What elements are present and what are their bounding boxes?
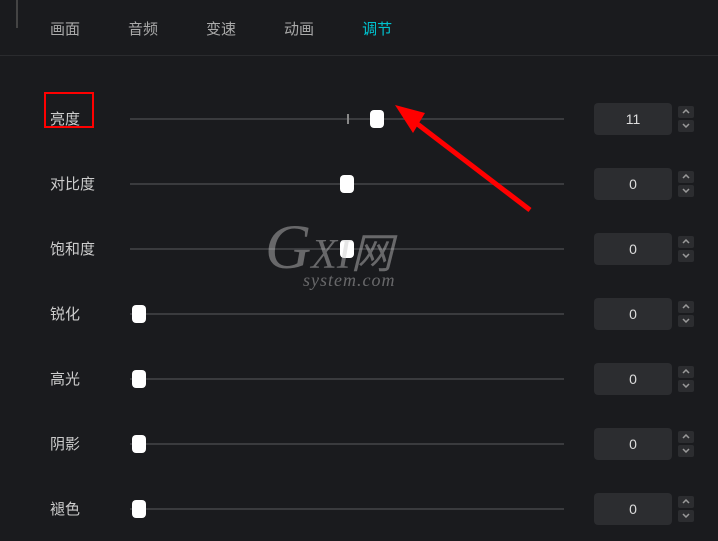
adjust-panel: 亮度 11 对比度 0 饱和度 0 锐化 0 高光 0 阴影 0 褪色 0: [0, 56, 718, 541]
value-stepper: [678, 363, 698, 395]
slider-row: 饱和度 0: [50, 216, 698, 281]
slider-track: [130, 313, 564, 315]
stepper-up-button[interactable]: [678, 236, 694, 248]
chevron-down-icon: [682, 253, 690, 258]
chevron-down-icon: [682, 513, 690, 518]
slider-row: 高光 0: [50, 346, 698, 411]
stepper-up-button[interactable]: [678, 171, 694, 183]
slider[interactable]: [130, 239, 564, 259]
tab-picture[interactable]: 画面: [50, 18, 80, 39]
slider-row: 对比度 0: [50, 151, 698, 216]
chevron-up-icon: [682, 109, 690, 114]
chevron-down-icon: [682, 123, 690, 128]
slider-thumb[interactable]: [370, 110, 384, 128]
stepper-up-button[interactable]: [678, 106, 694, 118]
stepper-down-button[interactable]: [678, 120, 694, 132]
slider-origin-tick: [347, 114, 349, 124]
tab-adjust[interactable]: 调节: [362, 18, 392, 39]
chevron-down-icon: [682, 318, 690, 323]
slider-track: [130, 508, 564, 510]
value-input[interactable]: 0: [594, 493, 672, 525]
value-stepper: [678, 103, 698, 135]
slider-label: 高光: [50, 368, 130, 389]
slider[interactable]: [130, 499, 564, 519]
slider-thumb[interactable]: [340, 240, 354, 258]
slider[interactable]: [130, 174, 564, 194]
tab-speed[interactable]: 变速: [206, 18, 236, 39]
value-input[interactable]: 0: [594, 298, 672, 330]
slider-label: 对比度: [50, 173, 130, 194]
chevron-up-icon: [682, 174, 690, 179]
slider-label: 亮度: [50, 108, 130, 129]
chevron-up-icon: [682, 369, 690, 374]
value-stepper: [678, 493, 698, 525]
value-stepper: [678, 298, 698, 330]
chevron-down-icon: [682, 188, 690, 193]
tab-bar: 画面 音频 变速 动画 调节: [0, 0, 718, 56]
tab-animation[interactable]: 动画: [284, 18, 314, 39]
tab-audio[interactable]: 音频: [128, 18, 158, 39]
value-input[interactable]: 0: [594, 428, 672, 460]
chevron-up-icon: [682, 304, 690, 309]
slider-track: [130, 118, 564, 120]
slider-row: 褪色 0: [50, 476, 698, 541]
slider-thumb[interactable]: [132, 435, 146, 453]
chevron-down-icon: [682, 448, 690, 453]
slider-label: 褪色: [50, 498, 130, 519]
slider-row: 阴影 0: [50, 411, 698, 476]
value-stepper: [678, 428, 698, 460]
slider-thumb[interactable]: [132, 305, 146, 323]
chevron-down-icon: [682, 383, 690, 388]
slider-thumb[interactable]: [132, 500, 146, 518]
stepper-down-button[interactable]: [678, 445, 694, 457]
value-input[interactable]: 0: [594, 363, 672, 395]
value-input[interactable]: 0: [594, 168, 672, 200]
left-scroll-indicator: [16, 0, 18, 28]
slider[interactable]: [130, 369, 564, 389]
slider-label: 锐化: [50, 303, 130, 324]
slider[interactable]: [130, 109, 564, 129]
slider-row: 亮度 11: [50, 86, 698, 151]
slider-track: [130, 378, 564, 380]
slider-label: 饱和度: [50, 238, 130, 259]
slider-track: [130, 443, 564, 445]
stepper-down-button[interactable]: [678, 380, 694, 392]
stepper-up-button[interactable]: [678, 496, 694, 508]
chevron-up-icon: [682, 434, 690, 439]
value-stepper: [678, 168, 698, 200]
slider[interactable]: [130, 434, 564, 454]
stepper-up-button[interactable]: [678, 301, 694, 313]
chevron-up-icon: [682, 239, 690, 244]
stepper-down-button[interactable]: [678, 185, 694, 197]
slider[interactable]: [130, 304, 564, 324]
value-input[interactable]: 0: [594, 233, 672, 265]
value-input[interactable]: 11: [594, 103, 672, 135]
chevron-up-icon: [682, 499, 690, 504]
value-stepper: [678, 233, 698, 265]
slider-thumb[interactable]: [340, 175, 354, 193]
slider-label: 阴影: [50, 433, 130, 454]
slider-thumb[interactable]: [132, 370, 146, 388]
stepper-down-button[interactable]: [678, 250, 694, 262]
slider-row: 锐化 0: [50, 281, 698, 346]
stepper-up-button[interactable]: [678, 366, 694, 378]
stepper-down-button[interactable]: [678, 315, 694, 327]
stepper-up-button[interactable]: [678, 431, 694, 443]
stepper-down-button[interactable]: [678, 510, 694, 522]
